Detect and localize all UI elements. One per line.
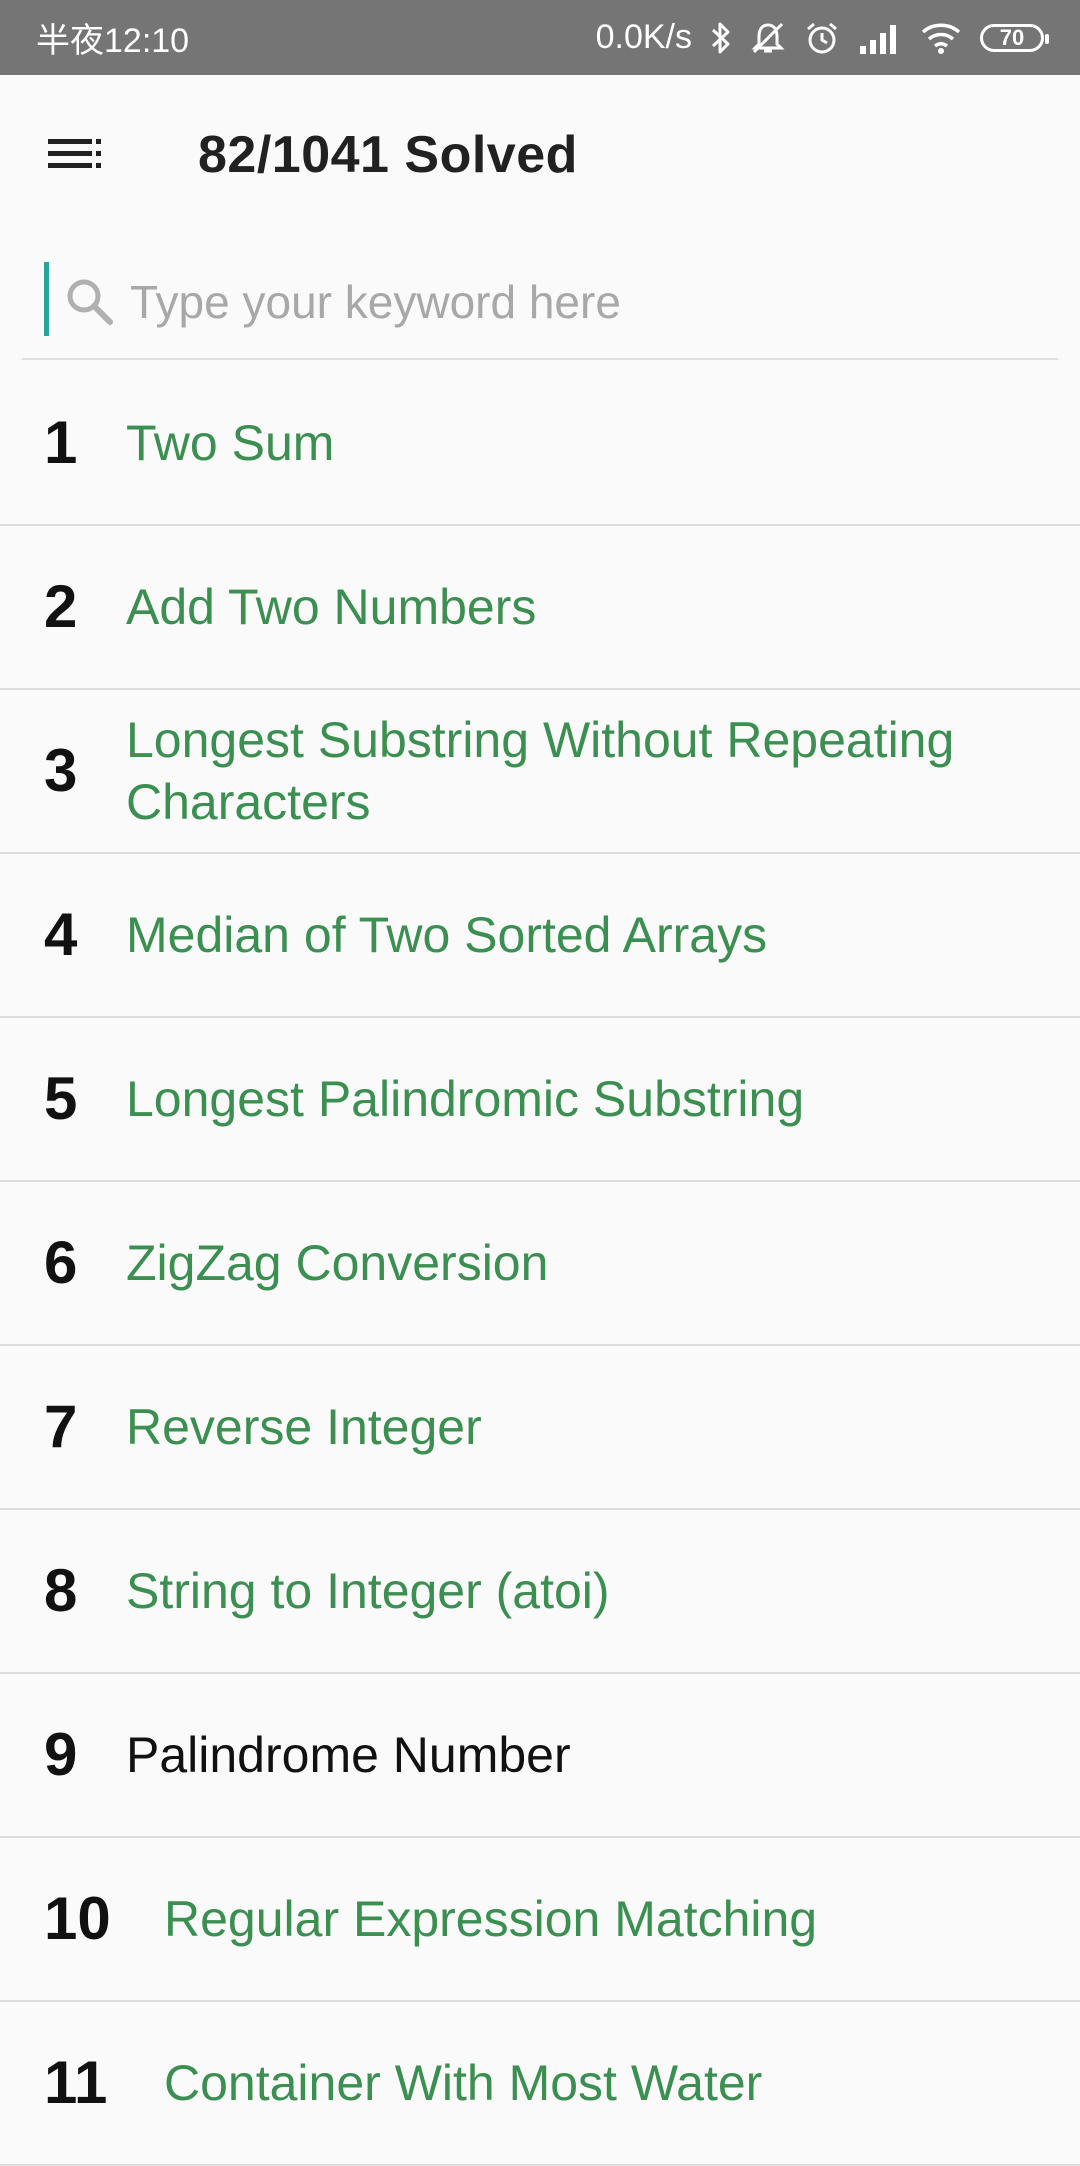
list-item[interactable]: 3 Longest Substring Without Repeating Cha… [0,690,1080,854]
problem-title: ZigZag Conversion [126,1235,549,1291]
mute-icon [750,18,786,58]
problem-title: Container With Most Water [164,2055,763,2111]
status-time: 半夜12:10 [36,22,190,60]
menu-button[interactable] [48,133,104,177]
problem-title: Reverse Integer [126,1399,482,1455]
list-item[interactable]: 4 Median of Two Sorted Arrays [0,854,1080,1018]
problem-number: 8 [44,1557,78,1624]
problem-title: Median of Two Sorted Arrays [126,907,768,963]
text-cursor [44,262,49,336]
status-bar: 半夜12:10 0.0K/s 70 [0,0,1080,75]
problem-number: 1 [44,409,78,476]
battery-icon: 70 [980,23,1049,52]
list-item[interactable]: 1 Two Sum [0,362,1080,526]
menu-icon [48,139,101,168]
problem-number: 10 [44,1885,111,1952]
list-item[interactable]: 9 Palindrome Number [0,1674,1080,1838]
alarm-icon [804,18,840,58]
bluetooth-icon [710,18,732,58]
network-speed: 0.0K/s [595,18,692,56]
list-item[interactable]: 7 Reverse Integer [0,1346,1080,1510]
search-input[interactable] [130,270,1030,334]
problem-number: 7 [44,1393,78,1460]
problem-number: 4 [44,901,78,968]
status-icons: 0.0K/s 70 [595,18,1049,58]
problem-title: Longest Substring Without Repeating Char… [126,712,955,830]
problem-number: 3 [44,737,78,804]
list-item[interactable]: 5 Longest Palindromic Substring [0,1018,1080,1182]
problem-list: 1 Two Sum 2 Add Two Numbers 3 Longest Substri… [0,362,1080,2166]
search-bar[interactable] [22,250,1058,360]
battery-level: 70 [999,24,1025,50]
list-item[interactable]: 2 Add Two Numbers [0,526,1080,690]
problem-number: 2 [44,573,78,640]
problem-title: Longest Palindromic Substring [126,1071,805,1127]
list-item[interactable]: 6 ZigZag Conversion [0,1182,1080,1346]
app-bar: 82/1041 Solved [0,75,1080,235]
problem-title: Palindrome Number [126,1727,571,1783]
list-item[interactable]: 8 String to Integer (atoi) [0,1510,1080,1674]
problem-title: Regular Expression Matching [164,1891,818,1947]
problem-number: 5 [44,1065,78,1132]
page-title: 82/1041 Solved [198,126,578,184]
wifi-icon [920,18,962,58]
problem-title: Add Two Numbers [126,579,537,635]
problem-title: String to Integer (atoi) [126,1563,610,1619]
list-item[interactable]: 11 Container With Most Water [0,2002,1080,2166]
problem-number: 11 [44,2049,108,2116]
list-item[interactable]: 10 Regular Expression Matching [0,1838,1080,2002]
problem-number: 9 [44,1721,78,1788]
signal-icon [858,18,902,58]
search-icon [62,274,118,330]
problem-title: Two Sum [126,415,335,471]
problem-number: 6 [44,1229,78,1296]
